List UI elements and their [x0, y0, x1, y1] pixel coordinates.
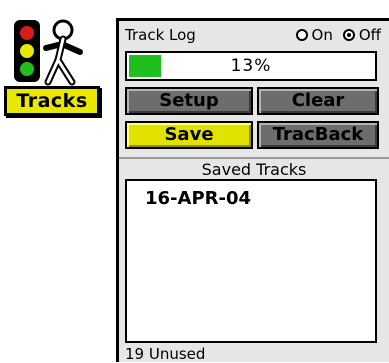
- radio-selected-icon[interactable]: [342, 29, 355, 41]
- track-log-title: Track Log: [125, 26, 196, 44]
- saved-tracks-title: Saved Tracks: [119, 157, 389, 181]
- clear-button[interactable]: Clear: [257, 87, 379, 115]
- tracks-app-icon: [8, 16, 92, 90]
- unused-count: 19 Unused: [125, 345, 206, 363]
- app-label: Tracks: [4, 86, 100, 116]
- tracks-icon: [14, 19, 83, 86]
- setup-button[interactable]: Setup: [125, 87, 253, 115]
- progress-percent-text: 13%: [230, 56, 272, 76]
- track-log-on-option[interactable]: On: [295, 25, 333, 45]
- track-log-off-option[interactable]: Off: [342, 25, 381, 45]
- track-log-toggle: On Off: [295, 25, 381, 45]
- traceback-button[interactable]: TracBack: [257, 121, 379, 149]
- radio-unselected-icon[interactable]: [295, 29, 308, 41]
- list-item[interactable]: 16-APR-04: [145, 187, 251, 211]
- track-log-progress-bar: 13%: [125, 51, 377, 81]
- save-button[interactable]: Save: [125, 121, 253, 149]
- track-log-off-label: Off: [358, 26, 381, 44]
- saved-tracks-list[interactable]: 16-APR-04: [125, 179, 377, 343]
- tracks-screen: Track Log On Off 13% Setup Clear Save Tr…: [116, 18, 389, 363]
- track-log-on-label: On: [311, 26, 333, 44]
- track-log-row: Track Log On Off: [125, 25, 381, 45]
